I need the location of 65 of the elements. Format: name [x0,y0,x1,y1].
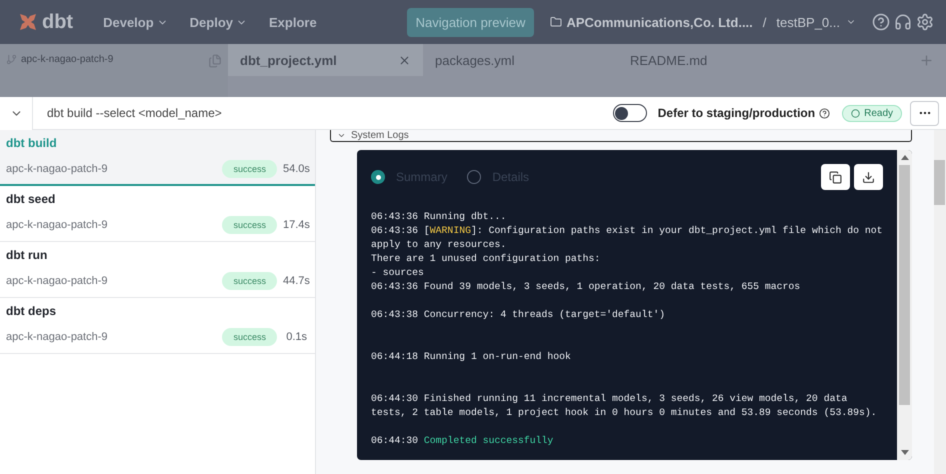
status-badge: success [222,216,277,234]
nav-menu-item[interactable]: Deploy [190,14,248,30]
run-command: dbt run [6,248,48,262]
log-line: 06:43:38 Concurrency: 4 threads (target='default') [371,308,666,322]
help-icon[interactable] [819,108,830,118]
chevron-down-icon [337,131,346,140]
run-duration: 44.7s [283,275,307,287]
log-line: 06:44:30 Completed successfully [371,434,554,448]
circle-icon [851,108,860,118]
nav-menu-item[interactable]: Explore [269,14,317,30]
project-selector[interactable]: testBP_0... [776,14,856,30]
status-badge: success [222,328,277,346]
run-command: dbt build [6,136,58,150]
file-tab[interactable]: dbt_project.yml [228,44,423,76]
run-duration: 0.1s [285,331,307,343]
run-list-item[interactable]: dbt build apc-k-nagao-patch-9 success 54.0s [0,130,315,186]
download-button[interactable] [854,164,883,190]
log-line: 06:43:36 [WARNING]: Configuration paths exist in your dbt_project.yml file which do not apply to any resources. [371,224,883,252]
close-icon[interactable] [398,54,411,66]
status-badge: success [222,272,277,290]
branch-name: apc-k-nagao-patch-9 [21,54,114,65]
logo-text: dbt [42,10,74,34]
scroll-up-icon[interactable] [900,155,908,160]
navigation-preview-button[interactable]: Navigation preview [406,8,534,36]
help-button[interactable] [872,13,890,31]
log-line: 06:44:30 Finished running 11 incremental models, 3 seeds, 26 view models, 20 data tests, 2 table models, 1 project hook in 0 hours 0 minutes and 53.89 seconds (53.89s). [371,392,878,420]
section-title: System Logs [351,130,409,140]
logo-icon [18,12,38,32]
log-line: 06:43:36 Found 39 models, 3 seeds, 1 operation, 20 data tests, 655 macros [371,280,802,294]
log-line: 06:43:36 Running dbt... [371,210,508,224]
run-command: dbt seed [6,192,56,206]
log-line: - sources [371,266,425,280]
scroll-down-icon[interactable] [900,450,908,455]
folder-icon [550,16,562,28]
breadcrumb-separator: / [762,14,766,30]
branch-icon [6,54,17,65]
copy-button[interactable] [821,164,850,190]
help-icon [872,13,890,31]
log-line: There are 1 unused configuration paths: [371,252,602,266]
plus-icon [919,52,934,68]
headset-button[interactable] [894,13,912,31]
run-duration: 54.0s [283,163,307,175]
log-line: 06:44:18 Running 1 on-run-end hook [371,350,572,364]
section-header[interactable]: System Logs [330,130,912,142]
copy-icon [829,170,842,184]
status-badge: success [222,160,277,178]
headset-icon [894,13,912,31]
download-icon [862,170,875,184]
collapse-button[interactable] [0,96,33,130]
account-selector[interactable]: APCommunications,Co. Ltd.... [550,14,753,30]
scrollbar[interactable] [934,130,946,474]
defer-label: Defer to staging/production [658,106,816,120]
settings-icon [916,13,934,31]
nav-menu-item[interactable]: Develop [103,14,168,30]
status-badge: Ready [842,104,902,122]
run-duration: 17.4s [283,219,307,231]
run-branch: apc-k-nagao-patch-9 [6,163,108,175]
run-branch: apc-k-nagao-patch-9 [6,331,108,343]
run-branch: apc-k-nagao-patch-9 [6,275,108,287]
run-branch: apc-k-nagao-patch-9 [6,219,108,231]
command-input[interactable]: dbt build --select <model_name> [45,105,345,121]
settings-button[interactable] [916,13,934,31]
scrollbar[interactable] [897,150,912,460]
defer-toggle[interactable] [612,104,647,122]
run-command: dbt deps [6,304,57,318]
